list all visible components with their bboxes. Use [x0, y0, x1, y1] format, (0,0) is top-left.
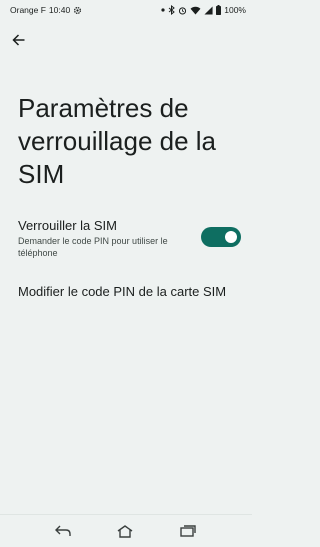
- dot-icon: [161, 8, 165, 12]
- bluetooth-icon: [168, 5, 176, 15]
- battery-icon: [216, 5, 222, 15]
- battery-percentage: 100%: [224, 5, 246, 15]
- carrier-label: Orange F: [10, 5, 46, 15]
- arrow-back-icon: [12, 33, 26, 47]
- nav-recents-icon: [179, 524, 197, 538]
- lock-sim-summary: Demander le code PIN pour utiliser le té…: [18, 236, 168, 258]
- back-button[interactable]: [8, 30, 30, 50]
- nav-back-button[interactable]: [51, 521, 75, 541]
- status-right: 100%: [161, 5, 246, 15]
- nav-back-icon: [54, 524, 72, 538]
- clock: 10:40: [48, 5, 71, 15]
- toggle-thumb: [225, 231, 237, 243]
- navigation-bar: [0, 514, 252, 547]
- lock-sim-toggle[interactable]: [201, 227, 241, 247]
- nav-home-button[interactable]: [113, 521, 137, 541]
- status-left: Orange F 10:40: [10, 5, 82, 15]
- wifi-icon: [190, 6, 201, 15]
- status-bar: Orange F 10:40 100%: [0, 0, 252, 20]
- signal-icon: [204, 5, 213, 15]
- lock-sim-setting[interactable]: Verrouiller la SIM Demander le code PIN …: [18, 218, 244, 260]
- page-title: Paramètres de verrouillage de la SIM: [18, 93, 217, 189]
- lock-sim-title: Verrouiller la SIM: [18, 218, 117, 233]
- alarm-icon: [178, 6, 187, 15]
- nav-home-icon: [116, 524, 134, 538]
- change-pin-item[interactable]: Modifier le code PIN de la carte SIM: [18, 283, 248, 303]
- nav-recents-button[interactable]: [176, 521, 200, 541]
- settings-icon: [73, 6, 82, 15]
